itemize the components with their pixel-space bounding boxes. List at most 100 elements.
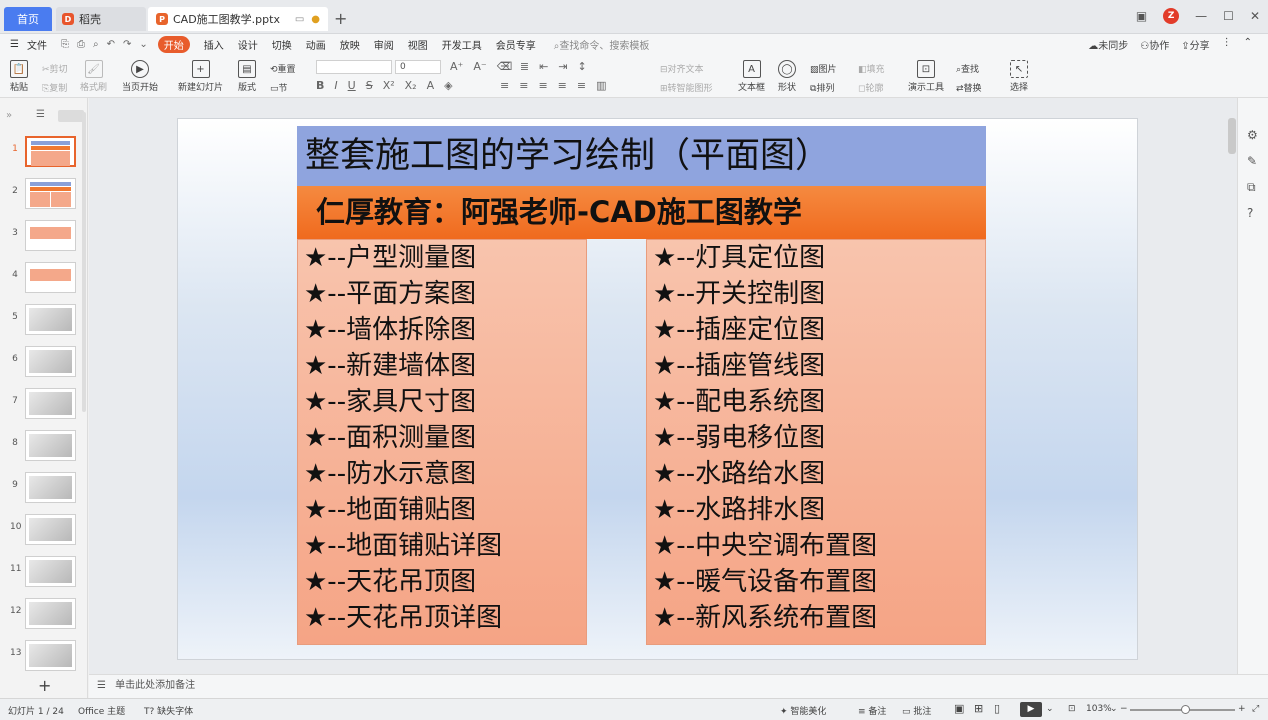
align-right-icon[interactable]: ≡ [538, 79, 547, 92]
more-icon[interactable]: ⌄ [139, 39, 147, 50]
fit-window-icon[interactable]: ⊡ [1068, 704, 1076, 714]
zoom-dropdown-icon[interactable]: ⌄ [1110, 704, 1118, 714]
hamburger-icon[interactable]: ☰ [10, 39, 19, 50]
left-list-item[interactable]: ★--家具尺寸图 [298, 384, 586, 420]
slide-thumbnail[interactable] [25, 136, 76, 167]
menu-tab-member[interactable]: 会员专享 [496, 37, 536, 52]
slideshow-play-button[interactable]: ▶ [1020, 702, 1042, 717]
justify-icon[interactable]: ≡ [558, 79, 567, 92]
new-tab-button[interactable]: + [334, 9, 347, 28]
avatar[interactable]: Z [1163, 8, 1180, 24]
highlight-icon[interactable]: ◈ [444, 79, 452, 92]
theme-name[interactable]: Office 主题 [78, 704, 125, 717]
bullets-icon[interactable]: ☰ [500, 60, 510, 73]
properties-icon[interactable]: ⚙ [1247, 128, 1258, 142]
collapse-ribbon-icon[interactable]: ⌃ [1244, 37, 1252, 52]
redo-icon[interactable]: ↷ [123, 39, 131, 50]
align-center-icon[interactable]: ≡ [519, 79, 528, 92]
reset-button[interactable]: ⟲重置 [270, 62, 296, 75]
align-left-icon[interactable]: ≡ [500, 79, 509, 92]
notes-bar[interactable]: ☰ 单击此处添加备注 [89, 674, 1268, 698]
distribute-icon[interactable]: ≡ [577, 79, 586, 92]
slide-thumbnail[interactable] [25, 388, 76, 419]
increase-indent-icon[interactable]: ⇥ [558, 60, 567, 73]
collapse-panel-icon[interactable]: » [6, 110, 12, 121]
slideshow-dropdown-icon[interactable]: ⌄ [1046, 704, 1054, 714]
left-list-item[interactable]: ★--面积测量图 [298, 420, 586, 456]
thumbnail-scrollbar[interactable] [82, 112, 86, 412]
slide-thumbnail[interactable] [25, 430, 76, 461]
smart-beautify-button[interactable]: ✦ 智能美化 [780, 704, 826, 717]
slide-thumbnail[interactable] [25, 598, 76, 629]
slide-thumbnail[interactable] [25, 514, 76, 545]
format-painter-button[interactable]: 🖌 格式刷 [80, 60, 107, 93]
zoom-level[interactable]: 103% [1086, 704, 1112, 714]
section-button[interactable]: ▭节 [270, 81, 288, 94]
shape-button[interactable]: ◯ 形状 [778, 60, 796, 93]
new-slide-button[interactable]: + 新建幻灯片 [178, 60, 223, 93]
picture-button[interactable]: ▨图片 [810, 62, 837, 75]
left-list-item[interactable]: ★--新建墙体图 [298, 348, 586, 384]
right-list-item[interactable]: ★--插座管线图 [647, 348, 985, 384]
font-name-select[interactable] [316, 60, 392, 74]
superscript-icon[interactable]: X² [383, 79, 395, 92]
copy-button[interactable]: ⎘复制 [42, 81, 67, 94]
grow-font-icon[interactable]: A⁺ [450, 60, 463, 73]
maximize-icon[interactable]: ☐ [1223, 9, 1234, 23]
thumbnail-view-icon[interactable] [58, 110, 84, 122]
tab-screen-icon[interactable]: ▭ [295, 14, 304, 25]
help-icon[interactable]: ? [1247, 206, 1253, 220]
minimize-icon[interactable]: — [1195, 9, 1207, 23]
smartart-button[interactable]: ⊞转智能图形 [660, 81, 713, 94]
left-list-item[interactable]: ★--天花吊顶详图 [298, 600, 586, 636]
slide-thumbnail[interactable] [25, 640, 76, 671]
left-list-item[interactable]: ★--地面铺贴详图 [298, 528, 586, 564]
right-list[interactable]: ★--灯具定位图 ★--开关控制图 ★--插座定位图 ★--插座管线图 ★--配电系统图… [646, 239, 986, 645]
menu-tab-insert[interactable]: 插入 [204, 37, 224, 52]
outline-view-icon[interactable]: ☰ [36, 109, 45, 120]
select-button[interactable]: ↖ 选择 [1010, 60, 1028, 93]
line-spacing-icon[interactable]: ↕ [578, 60, 587, 73]
find-button[interactable]: ⌕查找 [956, 62, 979, 75]
left-list-item[interactable]: ★--地面铺贴图 [298, 492, 586, 528]
outline-button[interactable]: ◻轮廓 [858, 81, 884, 94]
zoom-in-icon[interactable]: + [1238, 704, 1246, 714]
sync-status[interactable]: ☁未同步 [1088, 37, 1128, 52]
tab-document[interactable]: P CAD施工图教学.pptx ▭ ● [148, 7, 328, 31]
font-size-select[interactable]: 0 [395, 60, 441, 74]
strikethrough-icon[interactable]: S [366, 79, 373, 92]
right-list-item[interactable]: ★--配电系统图 [647, 384, 985, 420]
align-text-button[interactable]: ⊟对齐文本 [660, 62, 704, 75]
menu-tab-animation[interactable]: 动画 [306, 37, 326, 52]
left-list-item[interactable]: ★--平面方案图 [298, 276, 586, 312]
collaborate-button[interactable]: ⚇协作 [1140, 37, 1169, 52]
right-list-item[interactable]: ★--灯具定位图 [647, 240, 985, 276]
close-icon[interactable]: ✕ [1250, 9, 1260, 23]
menu-tab-review[interactable]: 审阅 [374, 37, 394, 52]
play-from-current-button[interactable]: ▶ 当页开始 [122, 60, 158, 93]
right-list-item[interactable]: ★--开关控制图 [647, 276, 985, 312]
menu-file[interactable]: 文件 [27, 37, 47, 52]
undo-icon[interactable]: ↶ [107, 39, 115, 50]
left-list-item[interactable]: ★--天花吊顶图 [298, 564, 586, 600]
right-list-item[interactable]: ★--新风系统布置图 [647, 600, 985, 636]
slide-title[interactable]: 整套施工图的学习绘制（平面图） [297, 126, 986, 186]
zoom-slider[interactable] [1130, 705, 1235, 714]
left-list-item[interactable]: ★--防水示意图 [298, 456, 586, 492]
slide-thumbnail[interactable] [25, 220, 76, 251]
bold-icon[interactable]: B [316, 79, 324, 92]
right-list-item[interactable]: ★--水路排水图 [647, 492, 985, 528]
replace-button[interactable]: ⇄替换 [956, 81, 982, 94]
slide[interactable]: 整套施工图的学习绘制（平面图） 仁厚教育：阿强老师-CAD施工图教学 ★--户型… [177, 118, 1138, 660]
canvas-scrollbar[interactable] [1228, 118, 1236, 154]
textbox-button[interactable]: A 文本框 [738, 60, 765, 93]
menu-tab-home[interactable]: 开始 [157, 35, 190, 53]
right-list-item[interactable]: ★--暖气设备布置图 [647, 564, 985, 600]
fill-button[interactable]: ◧填充 [858, 62, 885, 75]
command-search-input[interactable]: ⌕查找命令、搜索模板 [554, 37, 650, 52]
underline-icon[interactable]: U [348, 79, 356, 92]
slides-icon[interactable]: ⧉ [1247, 180, 1256, 195]
tab-home[interactable]: 首页 [4, 7, 52, 31]
numbering-icon[interactable]: ≣ [520, 60, 529, 73]
menu-tab-design[interactable]: 设计 [238, 37, 258, 52]
